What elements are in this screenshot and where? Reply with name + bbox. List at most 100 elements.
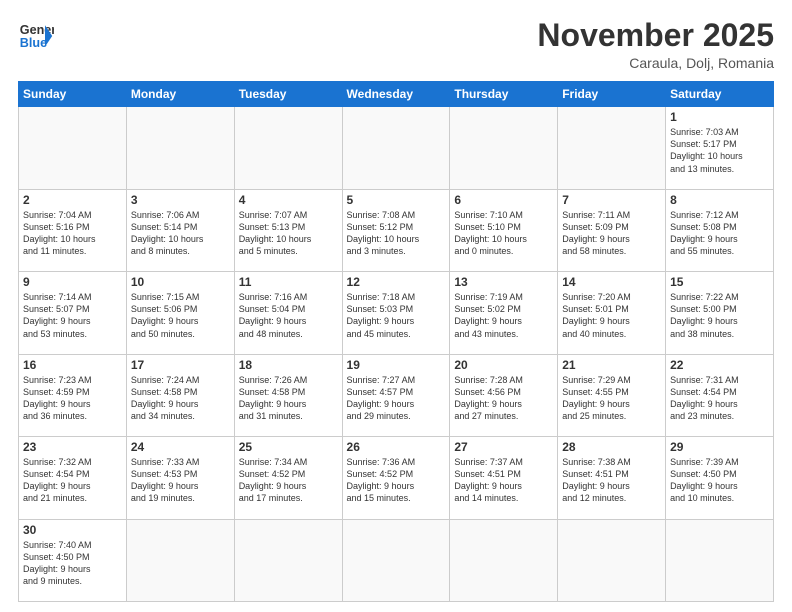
day-cell [342, 519, 450, 601]
day-cell: 6 Sunrise: 7:10 AM Sunset: 5:10 PM Daylig… [450, 189, 558, 271]
day-number: 30 [23, 523, 122, 537]
day-info: Sunrise: 7:11 AM Sunset: 5:09 PM Dayligh… [562, 209, 661, 258]
day-cell: 23 Sunrise: 7:32 AM Sunset: 4:54 PM Dayli… [19, 437, 127, 519]
day-info: Sunrise: 7:18 AM Sunset: 5:03 PM Dayligh… [347, 291, 446, 340]
weekday-header-tuesday: Tuesday [234, 82, 342, 107]
day-number: 22 [670, 358, 769, 372]
day-cell [126, 519, 234, 601]
day-cell [450, 107, 558, 189]
weekday-header-friday: Friday [558, 82, 666, 107]
day-cell: 18 Sunrise: 7:26 AM Sunset: 4:58 PM Dayli… [234, 354, 342, 436]
day-number: 1 [670, 110, 769, 124]
day-info: Sunrise: 7:06 AM Sunset: 5:14 PM Dayligh… [131, 209, 230, 258]
day-cell [342, 107, 450, 189]
day-info: Sunrise: 7:36 AM Sunset: 4:52 PM Dayligh… [347, 456, 446, 505]
day-cell: 20Sunrise: 7:28 AM Sunset: 4:56 PM Dayli… [450, 354, 558, 436]
day-number: 25 [239, 440, 338, 454]
day-info: Sunrise: 7:40 AM Sunset: 4:50 PM Dayligh… [23, 539, 122, 588]
weekday-header-saturday: Saturday [666, 82, 774, 107]
day-cell: 9Sunrise: 7:14 AM Sunset: 5:07 PM Daylig… [19, 272, 127, 354]
day-cell [234, 519, 342, 601]
location: Caraula, Dolj, Romania [537, 55, 774, 71]
day-cell [19, 107, 127, 189]
day-cell: 5Sunrise: 7:08 AM Sunset: 5:12 PM Daylig… [342, 189, 450, 271]
day-cell: 10 Sunrise: 7:15 AM Sunset: 5:06 PM Dayli… [126, 272, 234, 354]
day-info: Sunrise: 7:04 AM Sunset: 5:16 PM Dayligh… [23, 209, 122, 258]
day-info: Sunrise: 7:10 AM Sunset: 5:10 PM Dayligh… [454, 209, 553, 258]
day-info: Sunrise: 7:15 AM Sunset: 5:06 PM Dayligh… [131, 291, 230, 340]
day-info: Sunrise: 7:29 AM Sunset: 4:55 PM Dayligh… [562, 374, 661, 423]
weekday-header-sunday: Sunday [19, 82, 127, 107]
day-cell: 14Sunrise: 7:20 AM Sunset: 5:01 PM Dayli… [558, 272, 666, 354]
weekday-header-row: SundayMondayTuesdayWednesdayThursdayFrid… [19, 82, 774, 107]
day-number: 4 [239, 193, 338, 207]
day-info: Sunrise: 7:08 AM Sunset: 5:12 PM Dayligh… [347, 209, 446, 258]
day-info: Sunrise: 7:24 AM Sunset: 4:58 PM Dayligh… [131, 374, 230, 423]
day-number: 11 [239, 275, 338, 289]
day-cell: 3 Sunrise: 7:06 AM Sunset: 5:14 PM Daylig… [126, 189, 234, 271]
weekday-header-monday: Monday [126, 82, 234, 107]
week-row-1: 2 Sunrise: 7:04 AM Sunset: 5:16 PM Daylig… [19, 189, 774, 271]
day-number: 27 [454, 440, 553, 454]
day-cell: 1 Sunrise: 7:03 AM Sunset: 5:17 PM Daylig… [666, 107, 774, 189]
day-cell: 7 Sunrise: 7:11 AM Sunset: 5:09 PM Daylig… [558, 189, 666, 271]
week-row-4: 23 Sunrise: 7:32 AM Sunset: 4:54 PM Dayli… [19, 437, 774, 519]
day-number: 12 [347, 275, 446, 289]
header: General Blue November 2025 Caraula, Dolj… [18, 18, 774, 71]
day-info: Sunrise: 7:23 AM Sunset: 4:59 PM Dayligh… [23, 374, 122, 423]
day-info: Sunrise: 7:22 AM Sunset: 5:00 PM Dayligh… [670, 291, 769, 340]
week-row-5: 30 Sunrise: 7:40 AM Sunset: 4:50 PM Dayli… [19, 519, 774, 601]
day-info: Sunrise: 7:12 AM Sunset: 5:08 PM Dayligh… [670, 209, 769, 258]
title-block: November 2025 Caraula, Dolj, Romania [537, 18, 774, 71]
day-number: 28 [562, 440, 661, 454]
day-cell: 30 Sunrise: 7:40 AM Sunset: 4:50 PM Dayli… [19, 519, 127, 601]
day-info: Sunrise: 7:03 AM Sunset: 5:17 PM Dayligh… [670, 126, 769, 175]
day-cell: 16Sunrise: 7:23 AM Sunset: 4:59 PM Dayli… [19, 354, 127, 436]
day-info: Sunrise: 7:16 AM Sunset: 5:04 PM Dayligh… [239, 291, 338, 340]
day-number: 6 [454, 193, 553, 207]
day-cell: 26Sunrise: 7:36 AM Sunset: 4:52 PM Dayli… [342, 437, 450, 519]
day-number: 10 [131, 275, 230, 289]
day-info: Sunrise: 7:07 AM Sunset: 5:13 PM Dayligh… [239, 209, 338, 258]
day-info: Sunrise: 7:37 AM Sunset: 4:51 PM Dayligh… [454, 456, 553, 505]
svg-text:Blue: Blue [20, 36, 47, 50]
page: General Blue November 2025 Caraula, Dolj… [0, 0, 792, 612]
week-row-3: 16Sunrise: 7:23 AM Sunset: 4:59 PM Dayli… [19, 354, 774, 436]
day-info: Sunrise: 7:34 AM Sunset: 4:52 PM Dayligh… [239, 456, 338, 505]
logo-icon: General Blue [18, 18, 54, 54]
day-number: 13 [454, 275, 553, 289]
day-info: Sunrise: 7:32 AM Sunset: 4:54 PM Dayligh… [23, 456, 122, 505]
day-cell: 8 Sunrise: 7:12 AM Sunset: 5:08 PM Daylig… [666, 189, 774, 271]
day-number: 8 [670, 193, 769, 207]
day-cell: 22 Sunrise: 7:31 AM Sunset: 4:54 PM Dayli… [666, 354, 774, 436]
day-cell: 13 Sunrise: 7:19 AM Sunset: 5:02 PM Dayli… [450, 272, 558, 354]
day-number: 23 [23, 440, 122, 454]
logo: General Blue [18, 18, 54, 54]
day-number: 18 [239, 358, 338, 372]
day-cell: 28Sunrise: 7:38 AM Sunset: 4:51 PM Dayli… [558, 437, 666, 519]
day-number: 15 [670, 275, 769, 289]
day-cell: 4 Sunrise: 7:07 AM Sunset: 5:13 PM Daylig… [234, 189, 342, 271]
day-cell: 17Sunrise: 7:24 AM Sunset: 4:58 PM Dayli… [126, 354, 234, 436]
day-info: Sunrise: 7:28 AM Sunset: 4:56 PM Dayligh… [454, 374, 553, 423]
day-info: Sunrise: 7:31 AM Sunset: 4:54 PM Dayligh… [670, 374, 769, 423]
day-number: 2 [23, 193, 122, 207]
day-cell: 12 Sunrise: 7:18 AM Sunset: 5:03 PM Dayli… [342, 272, 450, 354]
day-cell: 27 Sunrise: 7:37 AM Sunset: 4:51 PM Dayli… [450, 437, 558, 519]
day-cell [558, 519, 666, 601]
calendar: SundayMondayTuesdayWednesdayThursdayFrid… [18, 81, 774, 602]
day-info: Sunrise: 7:26 AM Sunset: 4:58 PM Dayligh… [239, 374, 338, 423]
day-info: Sunrise: 7:19 AM Sunset: 5:02 PM Dayligh… [454, 291, 553, 340]
day-info: Sunrise: 7:20 AM Sunset: 5:01 PM Dayligh… [562, 291, 661, 340]
day-number: 7 [562, 193, 661, 207]
day-cell: 19Sunrise: 7:27 AM Sunset: 4:57 PM Dayli… [342, 354, 450, 436]
month-title: November 2025 [537, 18, 774, 53]
day-number: 3 [131, 193, 230, 207]
week-row-2: 9Sunrise: 7:14 AM Sunset: 5:07 PM Daylig… [19, 272, 774, 354]
day-number: 29 [670, 440, 769, 454]
week-row-0: 1 Sunrise: 7:03 AM Sunset: 5:17 PM Daylig… [19, 107, 774, 189]
day-number: 9 [23, 275, 122, 289]
day-cell [666, 519, 774, 601]
day-info: Sunrise: 7:27 AM Sunset: 4:57 PM Dayligh… [347, 374, 446, 423]
day-cell: 21Sunrise: 7:29 AM Sunset: 4:55 PM Dayli… [558, 354, 666, 436]
